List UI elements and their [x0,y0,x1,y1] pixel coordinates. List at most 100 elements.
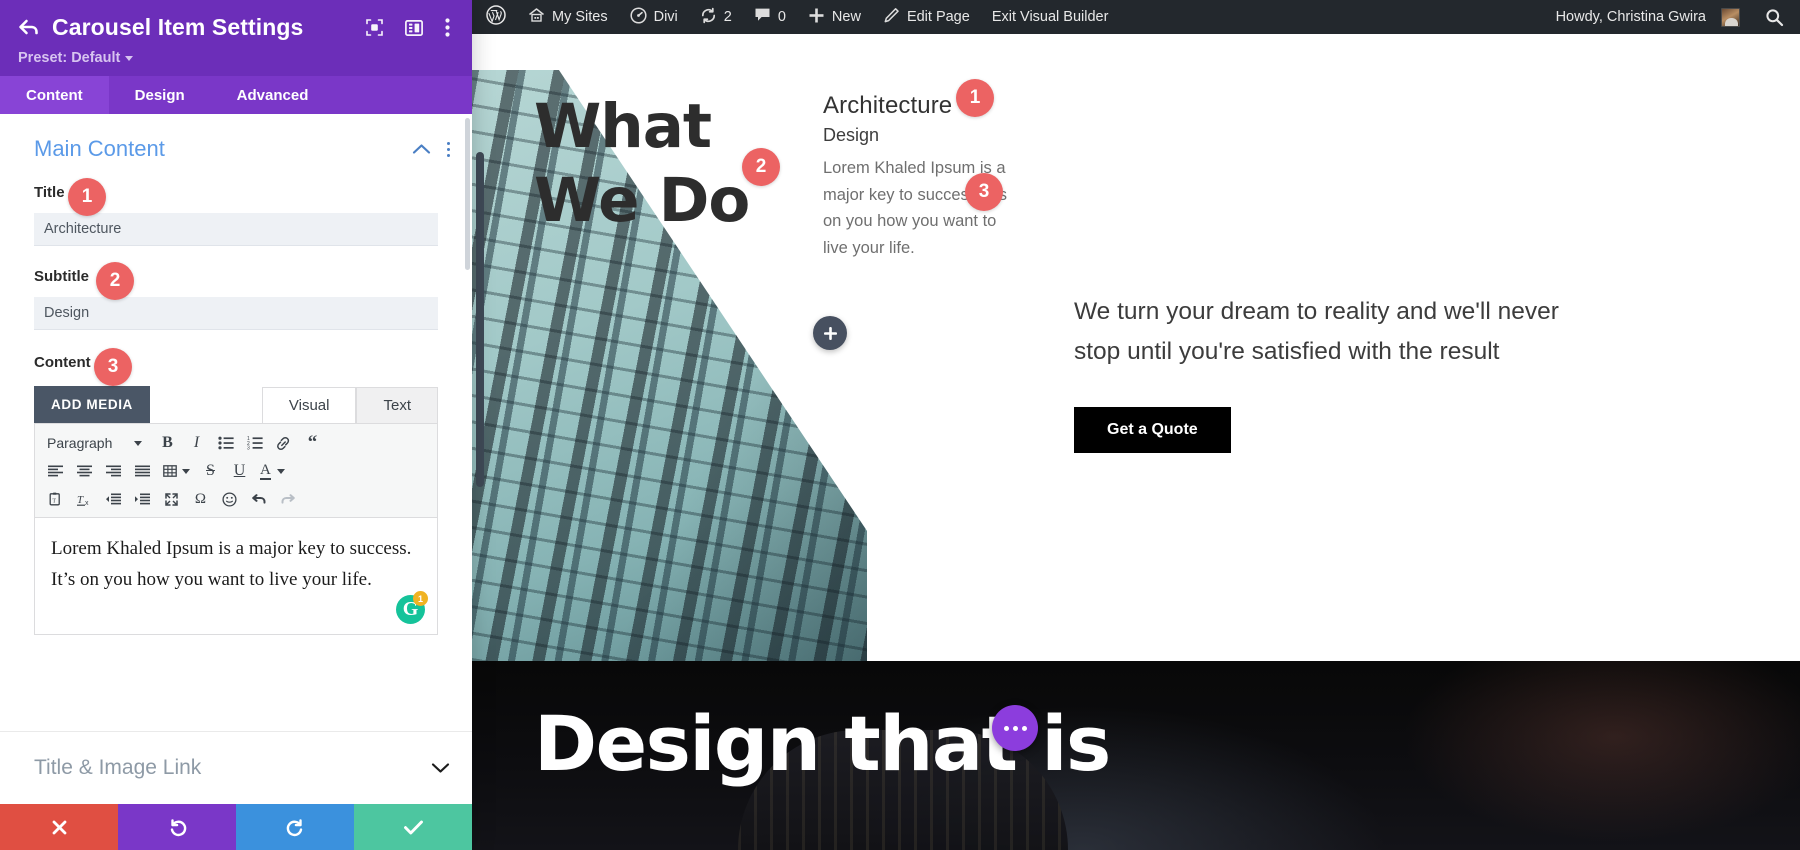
svg-text:x: x [85,500,89,507]
get-a-quote-button[interactable]: Get a Quote [1074,407,1231,454]
search-icon[interactable] [1751,8,1800,27]
canvas-marker-3: 3 [965,173,1003,211]
tab-content[interactable]: Content [0,76,109,114]
redo-button[interactable] [236,804,354,850]
add-module-button[interactable] [813,316,847,350]
preset-label: Preset: Default [18,50,121,66]
numbered-list-icon[interactable]: 123 [240,429,269,457]
editor-content-area[interactable]: Lorem Khaled Ipsum is a major key to suc… [34,517,438,635]
adminbar-wordpress-logo[interactable] [472,0,517,34]
canvas-marker-2: 2 [742,148,780,186]
page-canvas: What We Do 2 Architecture 1 Design Lorem… [472,34,1800,850]
adminbar-updates-count: 2 [723,9,732,25]
section-title-image-link[interactable]: Title & Image Link [0,731,472,804]
section-title: Main Content [34,136,165,161]
adminbar-edit-page-label: Edit Page [906,9,970,25]
preset-selector[interactable]: Preset: Default [18,50,454,66]
adminbar-divi-label: Divi [653,9,678,25]
subtitle-input[interactable] [34,297,438,330]
wp-admin-bar: My Sites Divi 2 0 New Edit Page Exit Vis… [472,0,1800,34]
marker-2: 2 [96,262,134,300]
undo-button[interactable] [118,804,236,850]
title-input[interactable] [34,213,438,246]
vertical-dots-icon[interactable] [445,18,450,37]
save-button[interactable] [354,804,472,850]
dark-section: Design that is [472,661,1800,850]
adminbar-new[interactable]: New [797,0,872,34]
align-left-icon[interactable] [41,457,70,485]
paste-as-text-icon[interactable]: T [41,485,70,513]
tab-design[interactable]: Design [109,76,211,114]
tab-advanced[interactable]: Advanced [211,76,335,114]
redo-icon[interactable] [273,485,302,513]
adminbar-account[interactable]: Howdy, Christina Gwira [1542,0,1751,34]
bold-icon[interactable]: B [153,429,182,457]
underline-icon[interactable]: U [225,457,254,485]
screen-root: Carousel Item Settings Preset: Default C… [0,0,1800,850]
wordpress-logo-icon [486,5,506,29]
back-arrow-icon[interactable] [18,15,48,41]
special-character-icon[interactable]: Ω [186,485,215,513]
marker-3: 3 [94,348,132,386]
canvas-scrollbar[interactable] [476,152,484,487]
sites-icon [528,7,545,27]
panel-title: Carousel Item Settings [52,14,304,40]
adminbar-updates[interactable]: 2 [689,0,743,34]
section-main-content-header[interactable]: Main Content [0,114,472,168]
collapsed-section-label: Title & Image Link [34,756,202,779]
clear-formatting-icon[interactable]: Tx [70,485,99,513]
cancel-button[interactable] [0,804,118,850]
settings-tabs: Content Design Advanced [0,76,472,114]
content-editor: ADD MEDIA Visual Text Paragraph B I 1 2 … [0,386,472,635]
panel-action-bar [0,804,472,850]
text-color-icon[interactable]: A [254,457,291,485]
table-icon[interactable] [157,457,196,485]
layout-panel-icon[interactable] [405,19,423,36]
panel-scrollbar[interactable] [465,118,470,270]
chevron-down-icon[interactable] [431,762,450,774]
vertical-dots-icon[interactable] [447,141,450,157]
bulleted-list-icon[interactable] [211,429,240,457]
grammarly-icon[interactable]: G 1 [396,591,428,624]
italic-icon[interactable]: I [182,429,211,457]
strikethrough-icon[interactable]: S [196,457,225,485]
editor-tab-visual[interactable]: Visual [261,387,357,423]
blockquote-icon[interactable]: “ [298,429,327,457]
adminbar-exit-visual-builder[interactable]: Exit Visual Builder [981,0,1120,34]
adminbar-new-label: New [831,9,861,25]
indent-icon[interactable] [128,485,157,513]
align-justify-icon[interactable] [128,457,157,485]
adminbar-comments[interactable]: 0 [743,0,797,34]
undo-icon[interactable] [244,485,273,513]
editor-tab-text[interactable]: Text [356,387,438,423]
outdent-icon[interactable] [99,485,128,513]
hero-heading-line2: We Do [534,165,750,237]
add-media-button[interactable]: ADD MEDIA [34,386,150,423]
align-right-icon[interactable] [99,457,128,485]
adminbar-divi[interactable]: Divi [619,0,689,34]
paragraph-format-select[interactable]: Paragraph [41,429,153,457]
adminbar-edit-page[interactable]: Edit Page [872,0,981,34]
align-center-icon[interactable] [70,457,99,485]
emoji-icon[interactable] [215,485,244,513]
divi-dashboard-icon [630,6,647,28]
toolbar-row-3: T Tx Ω [41,485,431,513]
adminbar-my-sites[interactable]: My Sites [517,0,619,34]
updates-icon [700,7,717,28]
chevron-up-icon[interactable] [412,143,431,155]
three-dots-icon[interactable] [992,705,1038,751]
focus-target-icon[interactable] [366,19,383,36]
panel-body: Main Content Title 1 Architecture Subtit… [0,114,472,804]
toolbar-row-2: S U A [41,457,431,485]
title-label: Title [34,184,65,201]
carousel-item-subtitle: Design [823,125,880,145]
comments-icon [754,7,771,27]
link-icon[interactable] [269,429,298,457]
toolbar-row-1: Paragraph B I 123 “ [41,429,431,457]
carousel-item-module[interactable]: Architecture 1 Design Lorem Khaled Ipsum… [823,79,1013,262]
marker-1: 1 [68,178,106,216]
howdy-label: Howdy, Christina Gwira [1555,9,1706,25]
field-subtitle: Subtitle 2 [0,262,472,330]
subtitle-label: Subtitle [34,268,89,285]
fullscreen-icon[interactable] [157,485,186,513]
